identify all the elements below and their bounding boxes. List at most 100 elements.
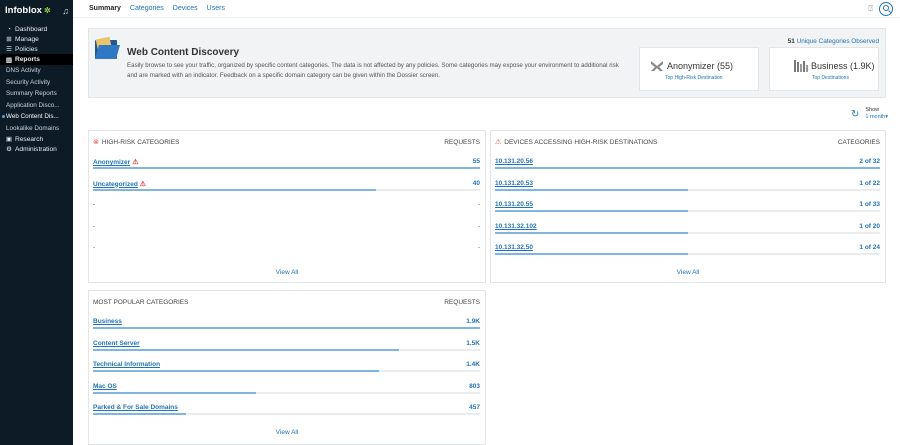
- devices-high-risk-panel: ⚠ DEVICES ACCESSING HIGH-RISK DESTINATIO…: [490, 130, 886, 283]
- progress-track: [93, 370, 480, 372]
- top-destination-tile[interactable]: Business (1.9K) Top Destinations: [769, 47, 879, 91]
- sidebar-item-label: Research: [15, 135, 44, 143]
- help-icon[interactable]: ⍰: [868, 4, 873, 14]
- device-row[interactable]: 10.131.32.50 1 of 24: [495, 240, 880, 256]
- category-count: 1 of 24: [859, 244, 880, 251]
- category-row: --: [93, 219, 480, 235]
- bell-icon[interactable]: ♫: [62, 6, 69, 16]
- progress-track: [93, 413, 480, 415]
- sidebar-subitem-label: Security Activity: [6, 78, 51, 86]
- tab-users[interactable]: Users: [207, 5, 225, 12]
- most-popular-categories-panel: MOST POPULAR CATEGORIES REQUESTS Busines…: [88, 290, 486, 445]
- view-all-link[interactable]: View All: [89, 429, 485, 436]
- device-row[interactable]: 10.131.20.56 2 of 32: [495, 154, 880, 170]
- device-row[interactable]: 10.131.20.53 1 of 22: [495, 176, 880, 192]
- request-count: 1.9K: [466, 318, 480, 325]
- category-row[interactable]: Parked & For Sale Domains 457: [93, 400, 480, 416]
- request-count: 40: [472, 179, 480, 187]
- dashboard-icon: ◔: [7, 25, 11, 33]
- sidebar-subitem-web-content-discovery[interactable]: Web Content Dis...: [0, 111, 73, 123]
- tab-summary[interactable]: Summary: [89, 5, 121, 12]
- sidebar-subitem-application-discovery[interactable]: Application Disco...: [0, 100, 73, 112]
- progress-fill: [495, 210, 688, 212]
- category-link[interactable]: Technical Information: [93, 361, 160, 368]
- panel-title: MOST POPULAR CATEGORIES: [93, 298, 189, 306]
- category-link[interactable]: Uncategorized ⚠: [93, 180, 146, 188]
- category-link[interactable]: Content Server: [93, 340, 140, 347]
- tab-categories[interactable]: Categories: [130, 5, 164, 12]
- row-label-text: Mac OS: [93, 382, 117, 390]
- progress-track: [93, 348, 480, 351]
- progress-fill: [495, 167, 880, 169]
- view-all-link[interactable]: View All: [89, 269, 485, 276]
- progress-track: [93, 327, 480, 329]
- summary-banner: Web Content Discovery Easily browse to s…: [88, 28, 886, 98]
- sidebar-subitem-label: DNS Activity: [6, 67, 41, 75]
- request-count: 1.4K: [466, 361, 480, 368]
- logo-text: Infoblox: [5, 5, 42, 16]
- warning-icon: ⚠: [139, 180, 147, 188]
- category-row[interactable]: Business 1.9K: [93, 314, 480, 330]
- category-link[interactable]: Mac OS: [93, 383, 117, 390]
- sidebar-item-reports[interactable]: ▥ Reports: [0, 54, 73, 65]
- row-label-text: Parked & For Sale Domains: [93, 404, 178, 411]
- device-row[interactable]: 10.131.20.55 1 of 33: [495, 197, 880, 213]
- progress-track: [93, 391, 480, 394]
- device-ip-link[interactable]: 10.131.20.53: [495, 180, 533, 187]
- category-row[interactable]: Mac OS 803: [93, 379, 480, 395]
- category-row[interactable]: Uncategorized ⚠ 40: [93, 176, 480, 192]
- panel-header: ⚠ DEVICES ACCESSING HIGH-RISK DESTINATIO…: [495, 137, 880, 147]
- category-link: -: [93, 201, 95, 208]
- device-ip-link[interactable]: 10.131.32.50: [495, 244, 533, 251]
- selected-dot-icon: [2, 115, 5, 119]
- category-row[interactable]: Technical Information 1.4K: [93, 357, 480, 373]
- row-label-text: 10.131.32.102: [495, 222, 537, 230]
- sidebar-subitem-label: Lookalike Domains: [6, 124, 60, 132]
- device-ip-link[interactable]: 10.131.20.56: [495, 158, 533, 165]
- reports-icon: ▥: [5, 56, 13, 64]
- category-row[interactable]: Anonymizer ⚠ 55: [93, 154, 480, 170]
- sidebar-nav: ◔ Dashboard ⊞ Manage ☰ Policies ▥ Report…: [0, 24, 73, 154]
- category-link[interactable]: Anonymizer ⚠: [93, 158, 138, 166]
- show-label: Show: [865, 107, 880, 113]
- sidebar-subitem-summary-reports[interactable]: Summary Reports: [0, 88, 73, 100]
- sidebar-item-manage[interactable]: ⊞ Manage: [0, 34, 73, 44]
- sidebar-item-dashboard[interactable]: ◔ Dashboard: [0, 24, 73, 34]
- sidebar-subitem-lookalike-domains[interactable]: Lookalike Domains: [0, 123, 73, 135]
- progress-fill: [93, 327, 480, 329]
- category-row[interactable]: Content Server 1.5K: [93, 336, 480, 352]
- category-link: -: [93, 244, 95, 251]
- category-link[interactable]: Business: [93, 318, 122, 325]
- progress-track: [93, 188, 480, 191]
- device-row[interactable]: 10.131.32.102 1 of 20: [495, 219, 880, 235]
- unique-categories-link[interactable]: 51 Unique Categories Observed: [788, 38, 879, 45]
- category-link[interactable]: Parked & For Sale Domains: [93, 404, 178, 411]
- sidebar-item-policies[interactable]: ☰ Policies: [0, 44, 73, 54]
- row-label-text: 10.131.20.53: [495, 179, 533, 187]
- search-icon[interactable]: [879, 2, 893, 16]
- category-count: 1 of 33: [859, 201, 880, 208]
- refresh-icon[interactable]: ↻: [851, 109, 859, 120]
- top-high-risk-tile[interactable]: Anonymizer (55) Top High-Risk Destinatio…: [639, 47, 759, 91]
- show-text: Show 1 month▾: [865, 107, 888, 121]
- category-row: --: [93, 197, 480, 213]
- sidebar-item-research[interactable]: ▣ Research: [0, 134, 73, 144]
- request-count: 1.5K: [466, 339, 480, 347]
- device-ip-link[interactable]: 10.131.20.55: [495, 201, 533, 208]
- time-range-selector[interactable]: ↻ Show 1 month▾: [851, 107, 888, 121]
- row-label-text: Uncategorized: [93, 180, 138, 188]
- sidebar-item-label: Policies: [15, 45, 38, 53]
- view-all-link[interactable]: View All: [491, 269, 885, 276]
- tab-devices[interactable]: Devices: [173, 5, 198, 12]
- time-range-dropdown[interactable]: 1 month▾: [865, 114, 888, 121]
- panel-title: HIGH-RISK CATEGORIES: [101, 138, 180, 146]
- sidebar-item-administration[interactable]: ⚙ Administration: [0, 144, 73, 154]
- logo[interactable]: Infoblox ✲ ♫: [0, 0, 73, 18]
- request-count: -: [477, 222, 480, 230]
- device-ip-link[interactable]: 10.131.32.102: [495, 223, 537, 230]
- progress-fill: [93, 188, 376, 191]
- sidebar-subitem-dns-activity[interactable]: DNS Activity: [0, 65, 73, 77]
- panel-column-header: REQUESTS: [444, 298, 480, 306]
- sidebar-subitem-security-activity[interactable]: Security Activity: [0, 77, 73, 89]
- app: Infoblox ✲ ♫ ◔ Dashboard ⊞ Manage ☰ Poli…: [0, 0, 900, 445]
